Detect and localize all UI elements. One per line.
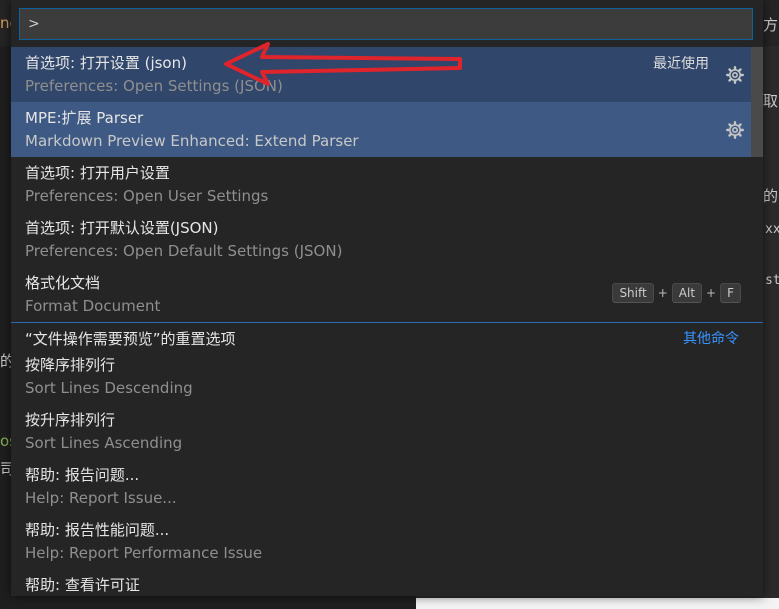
item-detail: Help: Report Issue...	[25, 489, 177, 507]
gear-icon[interactable]	[725, 65, 745, 85]
item-label: 首选项: 打开默认设置(JSON)	[25, 219, 219, 237]
item-detail: Markdown Preview Enhanced: Extend Parser	[25, 132, 359, 150]
item-label: 帮助: 报告问题...	[25, 466, 140, 484]
red-arrow-annotation	[224, 42, 462, 86]
list-scrollbar[interactable]	[751, 47, 763, 157]
command-list: 首选项: 打开设置 (json) Preferences: Open Setti…	[11, 47, 763, 596]
item-label: 首选项: 打开用户设置	[25, 164, 170, 182]
item-detail: Preferences: Open Default Settings (JSON…	[25, 242, 343, 260]
editor-right-footer	[416, 598, 779, 609]
list-item-sort-lines-ascending[interactable]: 按升序排列行 Sort Lines Ascending	[11, 404, 763, 459]
bg-text-right-1: 取	[763, 92, 779, 110]
item-detail: Help: Report Performance Issue	[25, 544, 263, 562]
recently-used-label: 最近使用	[653, 56, 709, 72]
key-alt: Alt	[671, 283, 703, 303]
key-shift: Shift	[612, 283, 654, 303]
list-item-open-default-settings[interactable]: 首选项: 打开默认设置(JSON) Preferences: Open Defa…	[11, 212, 763, 267]
keybinding: Shift + Alt + F	[612, 283, 741, 303]
item-label: 帮助: 查看许可证	[25, 576, 140, 594]
item-detail: Format Document	[25, 297, 161, 315]
command-input-box	[19, 8, 753, 40]
other-commands-label: 其他命令	[683, 331, 739, 347]
list-item-format-document[interactable]: 格式化文档 Format Document Shift + Alt + F	[11, 267, 763, 322]
item-label: 按升序排列行	[25, 411, 116, 429]
key-plus: +	[657, 286, 668, 300]
key-f: F	[720, 283, 741, 303]
list-item-sort-lines-descending[interactable]: 按降序排列行 Sort Lines Descending	[11, 349, 763, 404]
bg-text-right-2: 的	[763, 187, 779, 205]
list-item-mpe-extend-parser[interactable]: MPE:扩展 Parser Markdown Preview Enhanced:…	[11, 102, 763, 157]
list-item-report-performance-issue[interactable]: 帮助: 报告性能问题... Help: Report Performance I…	[11, 514, 763, 569]
list-item-view-license[interactable]: 帮助: 查看许可证	[11, 569, 763, 596]
list-item-reset-preview-option[interactable]: “文件操作需要预览”的重置选项 其他命令	[11, 322, 763, 349]
gear-icon[interactable]	[725, 120, 745, 140]
item-label: 按降序排列行	[25, 356, 116, 374]
command-input[interactable]	[20, 9, 752, 39]
item-label: MPE:扩展 Parser	[25, 109, 144, 127]
item-label: 格式化文档	[25, 274, 101, 292]
item-detail: Sort Lines Descending	[25, 379, 193, 397]
bg-text-top-right: 方	[763, 16, 779, 34]
item-label: 帮助: 报告性能问题...	[25, 521, 170, 539]
key-plus: +	[706, 286, 717, 300]
item-label: “文件操作需要预览”的重置选项	[25, 330, 236, 348]
item-label: 首选项: 打开设置 (json)	[25, 54, 187, 72]
item-detail: Preferences: Open User Settings	[25, 187, 269, 205]
list-item-report-issue[interactable]: 帮助: 报告问题... Help: Report Issue...	[11, 459, 763, 514]
bg-text-right-3: xx	[765, 222, 779, 237]
list-item-open-user-settings[interactable]: 首选项: 打开用户设置 Preferences: Open User Setti…	[11, 157, 763, 212]
bg-text-right-4: st	[765, 273, 779, 288]
item-detail: Sort Lines Ascending	[25, 434, 183, 452]
